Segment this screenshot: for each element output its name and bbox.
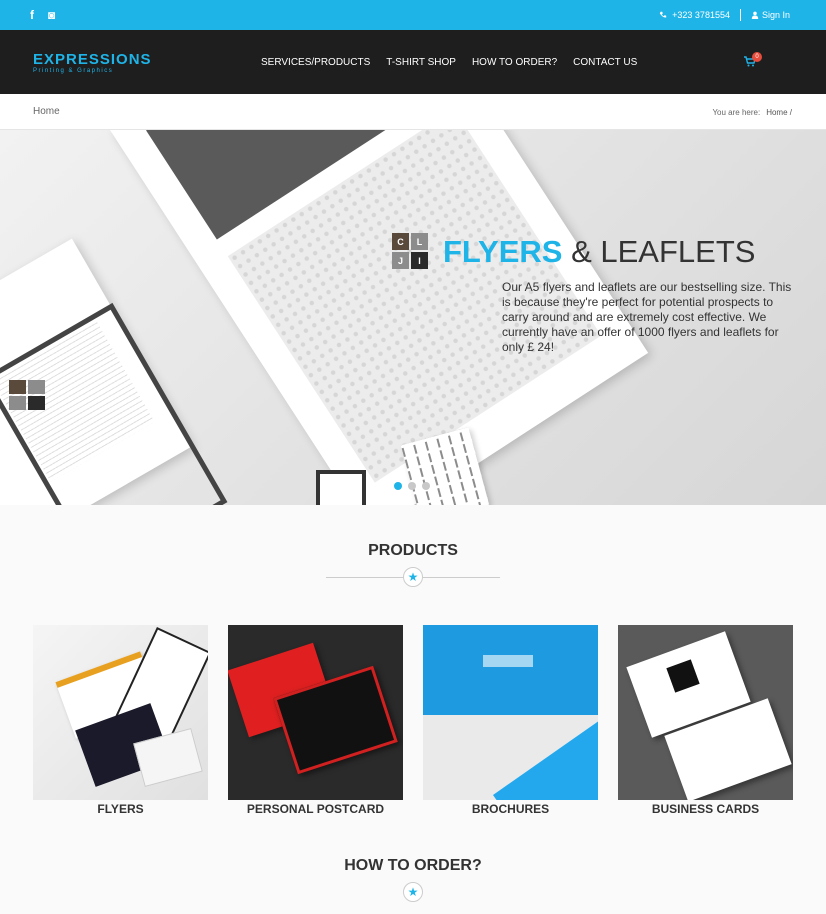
social-links: f ◙ (30, 0, 55, 30)
slider-dot[interactable] (394, 482, 402, 490)
dark-card-image (316, 470, 366, 505)
breadcrumb-label: You are here: (712, 108, 761, 117)
hero-title: FLYERS & LEAFLETS (443, 234, 755, 270)
product-label: PERSONAL POSTCARD (246, 802, 385, 816)
clji-logo-small (9, 380, 45, 410)
nav-contact-us[interactable]: CONTACT US (573, 57, 637, 68)
cart-count-badge: 0 (752, 52, 762, 62)
product-label: FLYERS (97, 802, 144, 816)
instagram-icon[interactable]: ◙ (48, 0, 55, 30)
how-to-order-heading: HOW TO ORDER? (344, 857, 482, 874)
logo-name: EXPRESSIONS (33, 51, 152, 68)
hero-title-accent: FLYERS (443, 234, 563, 269)
logo-letter: J (392, 252, 409, 269)
slider-pagination (394, 482, 430, 490)
product-grid: FLYERS PERSONAL POSTCARD BROCHURES BUSIN… (33, 625, 793, 816)
breadcrumb-bar: Home You are here: Home / (0, 94, 826, 130)
product-card-business-cards[interactable]: BUSINESS CARDS (618, 625, 793, 816)
logo-letter: I (411, 252, 428, 269)
logo-letter: L (411, 233, 428, 250)
flyers-image (33, 625, 208, 800)
hero-description: Our A5 flyers and leaflets are our bests… (502, 280, 792, 354)
phone-number: +323 3781554 (672, 10, 730, 20)
hero-slider: C L J I FLYERS & LEAFLETS Our A5 flyers … (0, 130, 826, 505)
product-card-personal-postcard[interactable]: PERSONAL POSTCARD (228, 625, 403, 816)
site-logo[interactable]: EXPRESSIONS Printing & Graphics (33, 52, 152, 75)
postcard-image (228, 625, 403, 800)
nav-services-products[interactable]: SERVICES/PRODUCTS (261, 57, 370, 68)
star-icon: ★ (403, 567, 423, 587)
user-icon (751, 11, 759, 19)
product-label: BUSINESS CARDS (651, 802, 760, 816)
page-title: Home (33, 106, 60, 117)
brochures-image (423, 625, 598, 800)
product-label: BROCHURES (471, 802, 550, 816)
products-divider: ★ (326, 567, 500, 587)
main-header: EXPRESSIONS Printing & Graphics SERVICES… (0, 30, 826, 94)
nav-tshirt-shop[interactable]: T-SHIRT SHOP (386, 57, 456, 68)
phone-contact: +323 3781554 (659, 10, 730, 20)
logo-tagline: Printing & Graphics (33, 68, 114, 74)
cart-button[interactable]: 0 (744, 52, 766, 69)
clji-logo-image: C L J I (392, 233, 428, 269)
products-heading: PRODUCTS (368, 542, 458, 559)
hero-title-rest: & LEAFLETS (571, 234, 756, 269)
slider-dot[interactable] (408, 482, 416, 490)
product-card-brochures[interactable]: BROCHURES (423, 625, 598, 816)
top-bar-right: +323 3781554 Sign In (659, 0, 790, 30)
business-cards-image (618, 625, 793, 800)
breadcrumb-home-link[interactable]: Home / (766, 108, 792, 117)
product-card-flyers[interactable]: FLYERS (33, 625, 208, 816)
how-to-order-divider: ★ (326, 882, 500, 902)
star-icon: ★ (403, 882, 423, 902)
top-bar: f ◙ +323 3781554 Sign In (0, 0, 826, 30)
divider (739, 9, 741, 21)
breadcrumb: You are here: Home / (712, 108, 792, 117)
phone-icon (659, 11, 667, 18)
nav-how-to-order[interactable]: HOW TO ORDER? (472, 57, 557, 68)
logo-letter: C (392, 233, 409, 250)
sign-in-label: Sign In (761, 10, 790, 20)
main-nav: SERVICES/PRODUCTS T-SHIRT SHOP HOW TO OR… (261, 30, 637, 94)
facebook-icon[interactable]: f (30, 0, 34, 30)
sign-in-link[interactable]: Sign In (751, 10, 790, 20)
slider-dot[interactable] (422, 482, 430, 490)
